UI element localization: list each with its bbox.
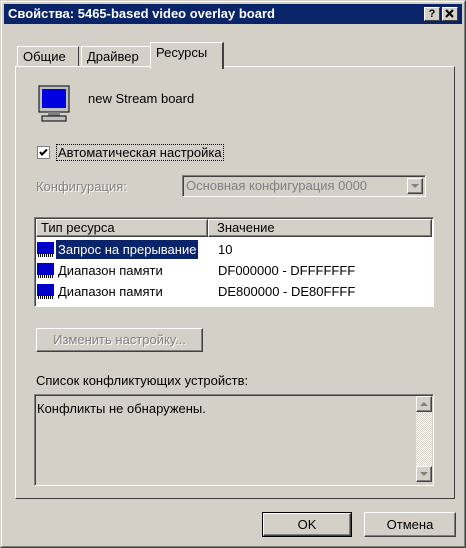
scrollbar[interactable] [416,396,432,482]
tab-general[interactable]: Общие [17,46,79,68]
auto-config-label[interactable]: Автоматическая настройка [56,144,224,161]
help-button[interactable]: ? [424,7,440,21]
arrow-up-icon [420,402,428,406]
resource-value: DE800000 - DE80FFFF [218,284,356,299]
resource-icon [37,242,54,257]
resource-value: DF000000 - DFFFFFFF [218,263,356,278]
resource-value: 10 [218,242,233,257]
checkmark-icon [37,146,50,159]
configuration-label: Конфигурация: [36,179,127,194]
close-button[interactable] [442,7,458,21]
resource-type: Запрос на прерывание [56,240,199,259]
table-row[interactable]: Запрос на прерывание 10 [35,239,433,260]
scroll-up-button[interactable] [416,396,432,412]
table-row[interactable]: Диапазон памяти DE800000 - DE80FFFF [35,281,433,302]
device-name: new Stream board [88,91,195,106]
properties-window: Свойства: 5465-based video overlay board… [0,0,466,548]
column-header-value[interactable]: Значение [208,219,432,237]
tab-panel-resources: new Stream board Автоматическая настройк… [15,66,455,499]
tab-resources[interactable]: Ресурсы [150,42,224,69]
configuration-select[interactable]: Основная конфигурация 0000 [182,175,426,197]
auto-config-checkbox[interactable] [37,146,50,159]
conflicts-textarea[interactable]: Конфликты не обнаружены. [34,394,434,486]
resource-list[interactable]: Тип ресурса Значение Запрос на прерывани… [34,217,434,307]
cancel-button[interactable]: Отмена [364,512,456,537]
chevron-down-icon [411,184,419,188]
window-title: Свойства: 5465-based video overlay board [8,6,275,21]
tab-label: Общие [23,49,66,64]
resource-icon [37,284,54,299]
tab-driver[interactable]: Драйвер [81,46,151,68]
column-header-type[interactable]: Тип ресурса [36,219,208,237]
arrow-down-icon [420,472,428,476]
tab-label: Ресурсы [156,45,208,60]
monitor-icon [38,85,70,122]
conflicts-label: Список конфликтующих устройств: [36,373,249,388]
close-icon [445,9,454,18]
resource-icon [37,263,54,278]
configuration-value: Основная конфигурация 0000 [186,178,368,193]
table-row[interactable]: Диапазон памяти DF000000 - DFFFFFFF [35,260,433,281]
resource-type: Диапазон памяти [58,263,163,278]
change-settings-button[interactable]: Изменить настройку... [36,328,203,352]
conflicts-text: Конфликты не обнаружены. [37,401,206,416]
ok-label: OK [297,517,317,532]
tab-label: Драйвер [87,49,139,64]
scroll-down-button[interactable] [416,466,432,482]
dropdown-button[interactable] [407,178,423,194]
title-bar[interactable]: Свойства: 5465-based video overlay board… [4,4,462,24]
ok-button[interactable]: OK [262,512,352,537]
resource-type: Диапазон памяти [58,284,163,299]
